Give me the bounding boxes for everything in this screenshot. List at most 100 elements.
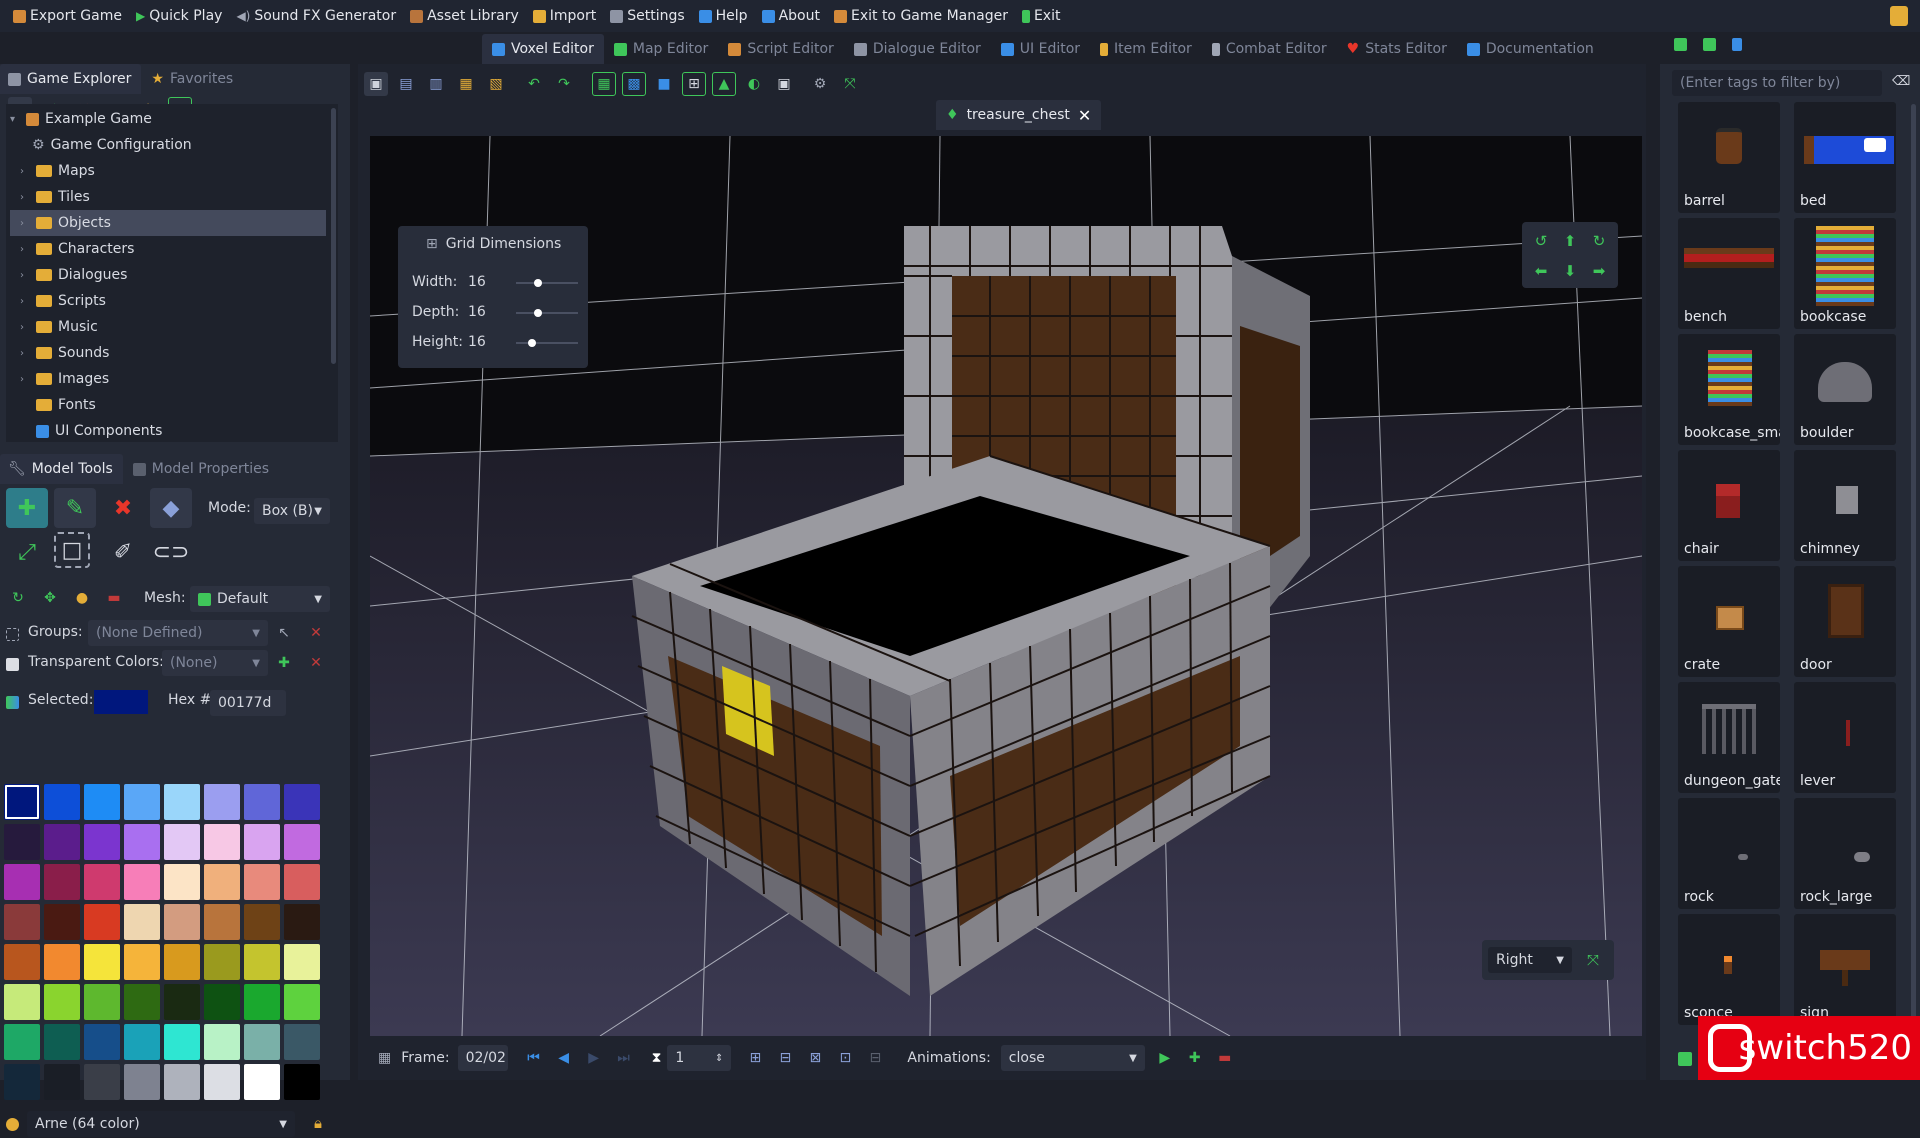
- fit-view-icon[interactable]: ⤧: [838, 72, 862, 96]
- palette-swatch[interactable]: [4, 784, 40, 820]
- selected-color-swatch[interactable]: [94, 690, 148, 714]
- arrow-up-icon[interactable]: ⬆: [1559, 230, 1581, 252]
- palette-swatch[interactable]: [84, 864, 120, 900]
- objects-tab-icon[interactable]: [1703, 38, 1716, 51]
- asset-bookcase[interactable]: bookcase: [1794, 218, 1896, 329]
- palette-swatch[interactable]: [84, 1064, 120, 1100]
- depth-slider[interactable]: [516, 309, 578, 317]
- document-tab[interactable]: ♦ treasure_chest ✕: [936, 100, 1102, 130]
- palette-swatch[interactable]: [4, 1064, 40, 1100]
- save-as-icon[interactable]: ▥: [424, 72, 448, 96]
- palette-swatch[interactable]: [124, 984, 160, 1020]
- tab-model-properties[interactable]: Model Properties: [123, 454, 279, 484]
- expand-selection-tool[interactable]: ⤢: [6, 532, 48, 572]
- palette-swatch[interactable]: [204, 1064, 240, 1100]
- palette-swatch[interactable]: [204, 864, 240, 900]
- palette-swatch[interactable]: [244, 864, 280, 900]
- tab-game-explorer[interactable]: Game Explorer: [0, 64, 142, 94]
- about-menu[interactable]: About: [755, 0, 827, 32]
- add-transparent-icon[interactable]: ✚: [272, 651, 296, 675]
- tab-favorites[interactable]: ★ Favorites: [141, 64, 243, 94]
- asset-barrel[interactable]: barrel: [1678, 102, 1780, 213]
- palette-swatch[interactable]: [164, 824, 200, 860]
- palette-swatch[interactable]: [4, 1024, 40, 1060]
- palette-swatch[interactable]: [4, 864, 40, 900]
- maximize-icon[interactable]: ⤧: [1582, 949, 1604, 971]
- voxel-viewport[interactable]: ⊞ Grid Dimensions Width: 16 Depth: 16 Heig…: [370, 136, 1642, 1036]
- asset-door[interactable]: door: [1794, 566, 1896, 677]
- palette-swatch[interactable]: [284, 904, 320, 940]
- asset-chimney[interactable]: chimney: [1794, 450, 1896, 561]
- add-frame-icon[interactable]: ⊞: [743, 1046, 767, 1070]
- prev-frame-icon[interactable]: ◀: [552, 1046, 576, 1070]
- export-game-menu[interactable]: Export Game: [6, 0, 129, 32]
- palette-swatch[interactable]: [164, 904, 200, 940]
- view-dropdown[interactable]: Right ▼: [1488, 947, 1572, 973]
- lighting-icon[interactable]: ◐: [742, 72, 766, 96]
- terrain-icon[interactable]: ▲: [712, 72, 736, 96]
- tree-item-music[interactable]: › Music: [20, 314, 98, 340]
- play-animation-icon[interactable]: ▶: [1153, 1046, 1177, 1070]
- tab-combat-editor[interactable]: Combat Editor: [1202, 34, 1337, 64]
- delete-animation-icon[interactable]: ▬: [1213, 1046, 1237, 1070]
- palette-swatch[interactable]: [44, 1024, 80, 1060]
- palette-swatch[interactable]: [4, 944, 40, 980]
- width-slider[interactable]: [516, 279, 578, 287]
- palette-swatch[interactable]: [84, 904, 120, 940]
- height-value[interactable]: 16: [468, 334, 508, 350]
- palette-swatch[interactable]: [244, 824, 280, 860]
- tab-ui-editor[interactable]: UI Editor: [991, 34, 1090, 64]
- palette-swatch[interactable]: [164, 984, 200, 1020]
- asset-dungeon-gate[interactable]: dungeon_gate: [1678, 682, 1780, 793]
- palette-swatch[interactable]: [44, 784, 80, 820]
- next-frame-icon[interactable]: ▶: [582, 1046, 606, 1070]
- asset-sign[interactable]: sign: [1794, 914, 1896, 1025]
- tree-item-maps[interactable]: › Maps: [20, 158, 95, 184]
- quick-play-menu[interactable]: ▶ Quick Play: [129, 0, 229, 32]
- lock-icon[interactable]: 🔒︎: [314, 1114, 322, 1132]
- paint-voxel-tool[interactable]: ✎: [54, 488, 96, 528]
- rotate-right-icon[interactable]: ↻: [1588, 230, 1610, 252]
- remove-group-icon[interactable]: ✕: [304, 621, 328, 645]
- mesh-dropdown[interactable]: Default ▼: [190, 586, 330, 612]
- animation-dropdown[interactable]: close ▼: [1000, 1045, 1145, 1071]
- sound-fx-menu[interactable]: ◀) Sound FX Generator: [229, 0, 403, 32]
- settings-menu[interactable]: Settings: [603, 0, 691, 32]
- palette-swatch[interactable]: [44, 944, 80, 980]
- palette-swatch[interactable]: [244, 1064, 280, 1100]
- palette-swatch[interactable]: [84, 944, 120, 980]
- tree-item-fonts[interactable]: Fonts: [36, 392, 96, 418]
- palette-swatch[interactable]: [124, 944, 160, 980]
- fill-tool[interactable]: ◆: [150, 488, 192, 528]
- asset-chair[interactable]: chair: [1678, 450, 1780, 561]
- height-slider-knob[interactable]: [527, 339, 536, 347]
- palette-swatch[interactable]: [284, 984, 320, 1020]
- palette-swatch[interactable]: [284, 944, 320, 980]
- grid-toggle-icon[interactable]: ▦: [592, 72, 616, 96]
- move-icon[interactable]: ✥: [38, 586, 62, 610]
- tab-script-editor[interactable]: Script Editor: [718, 34, 844, 64]
- palette-swatch[interactable]: [244, 944, 280, 980]
- palette-dropdown[interactable]: Arne (64 color) ▼: [27, 1111, 295, 1137]
- select-group-icon[interactable]: ↖: [272, 621, 296, 645]
- palette-swatch[interactable]: [124, 1024, 160, 1060]
- frame-speed-input[interactable]: 1 ⇕: [667, 1045, 732, 1071]
- add-voxel-tool[interactable]: ✚: [6, 488, 48, 528]
- asset-bed[interactable]: bed: [1794, 102, 1896, 213]
- tab-stats-editor[interactable]: ♥ Stats Editor: [1337, 34, 1457, 64]
- palette-swatch[interactable]: [124, 904, 160, 940]
- asset-lever[interactable]: lever: [1794, 682, 1896, 793]
- import-model-icon[interactable]: ▧: [484, 72, 508, 96]
- exit-to-manager-menu[interactable]: Exit to Game Manager: [827, 0, 1015, 32]
- palette-swatch[interactable]: [44, 1064, 80, 1100]
- palette-swatch[interactable]: [284, 784, 320, 820]
- palette-selector[interactable]: Arne (64 color) ▼: [6, 1110, 304, 1138]
- eyedropper-tool[interactable]: ✐: [102, 532, 144, 572]
- palette-swatch[interactable]: [44, 824, 80, 860]
- tree-item-game-configuration[interactable]: ⚙ Game Configuration: [32, 132, 192, 158]
- open-icon[interactable]: ▦: [454, 72, 478, 96]
- add-animation-icon[interactable]: ✚: [1183, 1046, 1207, 1070]
- width-value[interactable]: 16: [468, 274, 508, 290]
- last-frame-icon[interactable]: ⏭: [612, 1046, 636, 1070]
- palette-swatch[interactable]: [284, 1064, 320, 1100]
